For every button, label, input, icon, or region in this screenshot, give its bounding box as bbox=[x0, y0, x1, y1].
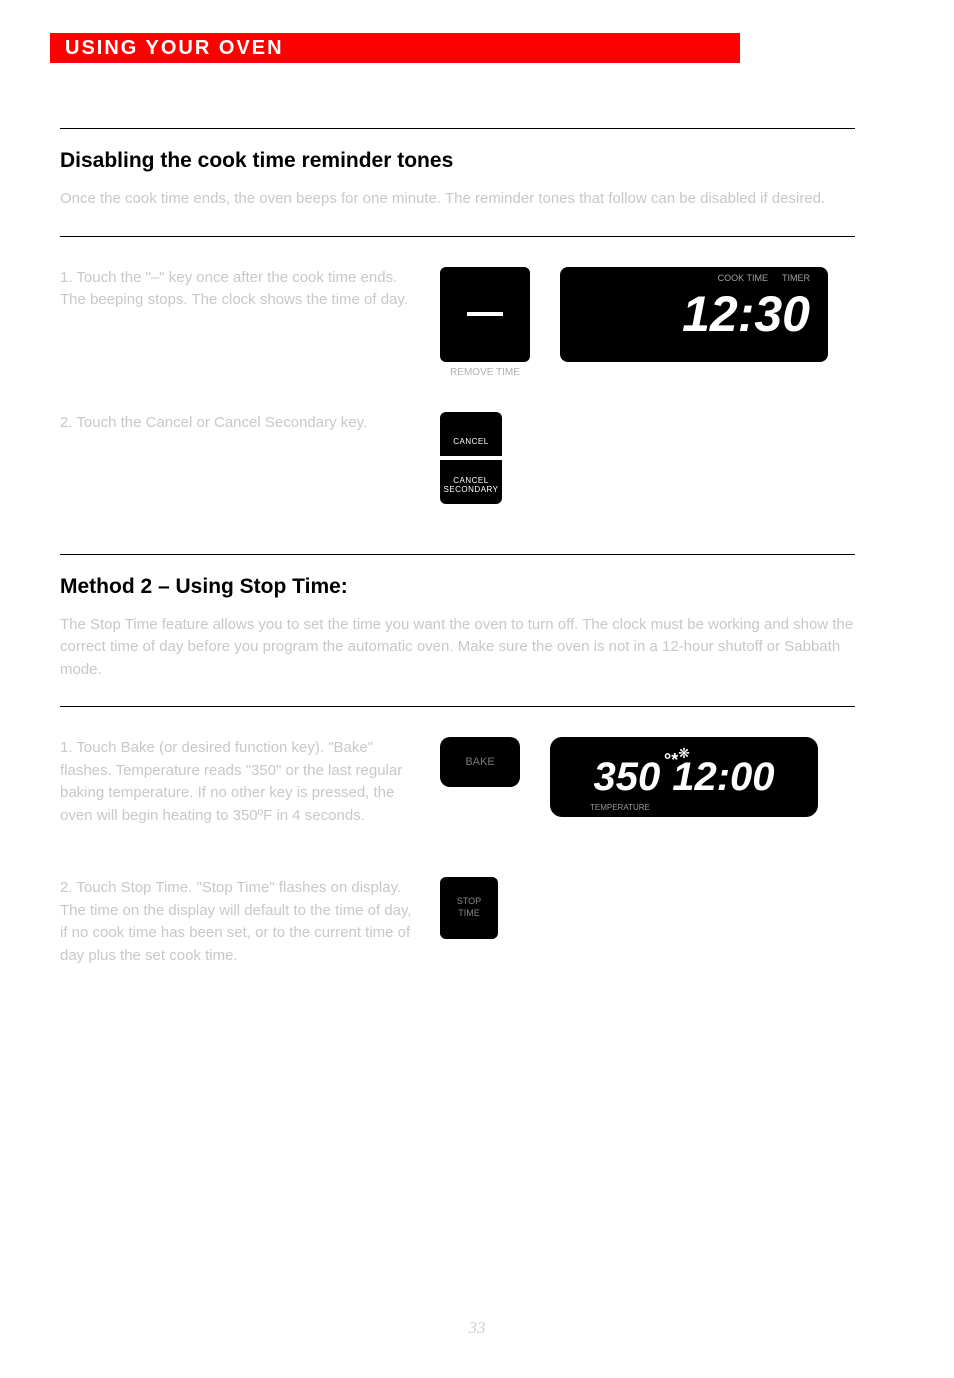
page-number: 33 bbox=[469, 1318, 486, 1338]
display-temp-label: TEMPERATURE bbox=[590, 803, 650, 812]
step-left-col: 1. Touch the "–" key once after the cook… bbox=[60, 267, 440, 362]
degree-icon: °* bbox=[664, 750, 678, 771]
clock-time: 12:30 bbox=[682, 285, 810, 343]
step-text: 1. Touch the "–" key once after the cook… bbox=[60, 267, 420, 312]
section-title-1: Disabling the cook time reminder tones bbox=[60, 149, 855, 173]
content-area: Disabling the cook time reminder tones O… bbox=[60, 128, 855, 987]
step-right-col: STOPTIME bbox=[440, 877, 855, 967]
bake-button[interactable]: BAKE bbox=[440, 737, 520, 787]
cancel-button-label: CANCEL bbox=[440, 437, 502, 446]
divider bbox=[60, 128, 855, 129]
step-row: 2. Touch the Cancel or Cancel Secondary … bbox=[60, 412, 855, 504]
step-right-col: BAKE ❋ 350°* 12:00 TEMPERATURE bbox=[440, 737, 855, 827]
bake-button-label: BAKE bbox=[465, 756, 494, 768]
section-desc-2: The Stop Time feature allows you to set … bbox=[60, 614, 855, 682]
step-text: 1. Touch Bake (or desired function key).… bbox=[60, 737, 420, 827]
section-desc-1: Once the cook time ends, the oven beeps … bbox=[60, 188, 855, 211]
minus-icon bbox=[467, 312, 503, 316]
step-left-col: 2. Touch Stop Time. "Stop Time" flashes … bbox=[60, 877, 440, 967]
divider bbox=[60, 554, 855, 555]
display-label-timer: TIMER bbox=[782, 273, 810, 283]
stop-time-button[interactable]: STOPTIME bbox=[440, 877, 498, 939]
step-row: 2. Touch Stop Time. "Stop Time" flashes … bbox=[60, 877, 855, 967]
minus-button-label: REMOVE TIME bbox=[440, 367, 530, 378]
clock-display: COOK TIME TIMER 12:30 bbox=[560, 267, 828, 362]
step-row: 1. Touch Bake (or desired function key).… bbox=[60, 737, 855, 827]
snowflake-icon: ❋ bbox=[678, 745, 690, 762]
step-left-col: 1. Touch Bake (or desired function key).… bbox=[60, 737, 440, 827]
cancel-secondary-label: CANCEL SECONDARY bbox=[440, 476, 502, 494]
temp-time-display: ❋ 350°* 12:00 TEMPERATURE bbox=[550, 737, 818, 817]
step-row: 1. Touch the "–" key once after the cook… bbox=[60, 267, 855, 362]
section-title-2: Method 2 – Using Stop Time: bbox=[60, 575, 855, 599]
display-temperature: 350°* bbox=[593, 755, 660, 800]
step-text: 2. Touch Stop Time. "Stop Time" flashes … bbox=[60, 877, 420, 967]
cancel-button[interactable]: CANCEL CANCEL SECONDARY bbox=[440, 412, 502, 504]
step-right-col: CANCEL CANCEL SECONDARY bbox=[440, 412, 855, 504]
minus-button[interactable]: REMOVE TIME bbox=[440, 267, 530, 362]
step-text: 2. Touch the Cancel or Cancel Secondary … bbox=[60, 412, 420, 435]
step-left-col: 2. Touch the Cancel or Cancel Secondary … bbox=[60, 412, 440, 504]
section-header-band: USING YOUR OVEN bbox=[50, 33, 740, 63]
section-header-text: USING YOUR OVEN bbox=[65, 37, 284, 60]
step-right-col: REMOVE TIME COOK TIME TIMER 12:30 bbox=[440, 267, 855, 362]
stop-time-button-label: STOPTIME bbox=[457, 896, 481, 919]
display-label-cooktime: COOK TIME bbox=[718, 273, 768, 283]
